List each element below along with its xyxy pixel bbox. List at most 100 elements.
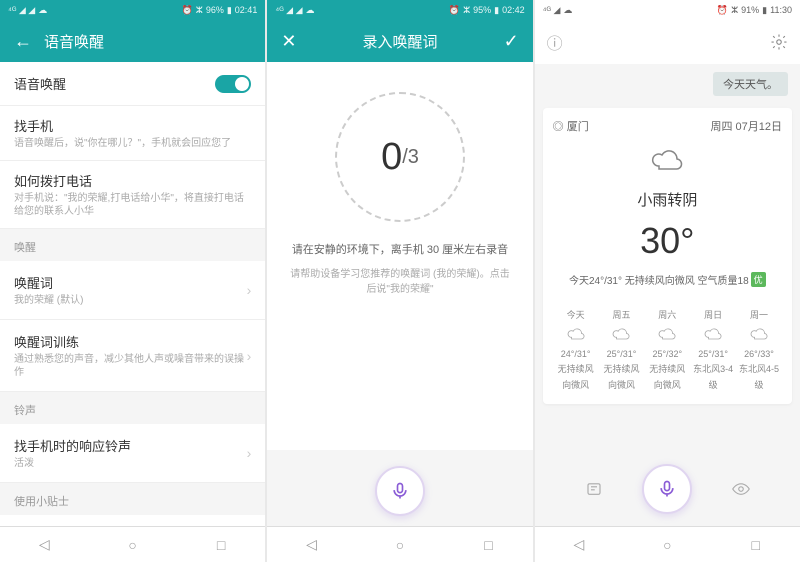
nav-bar: ◁ ○ □ <box>0 526 265 562</box>
row-wake-train[interactable]: 唤醒词训练通过熟悉您的声音，减少其他人声或噪音带来的误操作 › <box>0 320 265 392</box>
cloud-icon <box>703 327 723 341</box>
fc-wind2: 向微风 <box>599 378 645 391</box>
count-current: 0 <box>381 136 402 179</box>
battery-icon: ▮ <box>762 5 767 16</box>
mic-button[interactable] <box>375 466 425 516</box>
nav-back[interactable]: ◁ <box>303 536 321 554</box>
alarm-icon: ⏰ <box>182 5 193 16</box>
aqi-badge: 优 <box>751 272 766 287</box>
weather-temp: 30° <box>553 220 782 262</box>
time: 02:42 <box>502 5 525 15</box>
section-ring: 铃声 <box>0 392 265 424</box>
nav-back[interactable]: ◁ <box>570 536 588 554</box>
row-label: 如何拨打电话 <box>14 171 251 190</box>
bt-icon: ⵣ <box>196 5 203 16</box>
fc-wind: 无持续风 <box>599 362 645 375</box>
row-sub: 语音唤醒后，说"你在哪儿？"，手机就会回应您了 <box>14 137 251 150</box>
chevron-right-icon: › <box>247 348 252 364</box>
cloud-icon <box>657 327 677 341</box>
row-voice-wake[interactable]: 语音唤醒 <box>0 62 265 106</box>
fc-day: 今天 <box>553 308 599 321</box>
bt-icon: ⵣ <box>463 5 470 16</box>
battery-pct: 96% <box>206 5 224 15</box>
forecast-col: 周日 25°/31° 东北风3-4 级 <box>690 305 736 394</box>
cloud-icon <box>611 327 631 341</box>
row-label: 找手机时的响应铃声 <box>14 436 131 455</box>
chevron-right-icon: › <box>247 445 252 461</box>
row-label: 语音唤醒 <box>14 74 66 93</box>
weather-card[interactable]: ◎ 厦门 周四 07月12日 小雨转阴 30° 今天24°/31° 无持续风向微… <box>543 108 792 404</box>
fc-temp: 25°/31° <box>599 349 645 359</box>
record-area: 0 /3 请在安静的环境下，离手机 30 厘米左右录音 请帮助设备学习您推荐的唤… <box>267 62 532 450</box>
fc-wind: 东北风4-5 <box>736 362 782 375</box>
screen-weather: ⁴ᴳ ◢☁ ⏰ⵣ91%▮11:30 ⓘ 今天天气。 ◎ 厦门 周四 07月12日… <box>535 0 800 562</box>
cloud-icon: ☁ <box>306 5 315 16</box>
fc-wind2: 向微风 <box>553 378 599 391</box>
nav-bar: ◁ ○ □ <box>267 526 532 562</box>
fc-day: 周日 <box>690 308 736 321</box>
fc-wind2: 向微风 <box>644 378 690 391</box>
nav-recent[interactable]: □ <box>747 536 765 554</box>
fc-wind: 东北风3-4 <box>690 362 736 375</box>
status-bar: ⁴ᴳ ◢☁ ⏰ⵣ91%▮11:30 <box>535 0 800 20</box>
close-icon[interactable]: ✕ <box>281 31 296 52</box>
battery-icon: ▮ <box>494 5 499 16</box>
fc-day: 周五 <box>599 308 645 321</box>
check-icon[interactable]: ✓ <box>504 31 519 52</box>
fc-temp: 26°/33° <box>736 349 782 359</box>
nav-recent[interactable]: □ <box>212 536 230 554</box>
forecast-col: 今天 24°/31° 无持续风 向微风 <box>553 305 599 394</box>
row-tips-improve[interactable]: 如何提升语音唤醒的效果 › <box>0 515 265 526</box>
mic-icon <box>657 479 677 499</box>
gear-icon[interactable] <box>770 33 788 51</box>
section-tips: 使用小贴士 <box>0 483 265 515</box>
weather-main: 小雨转阴 30° 今天24°/31° 无持续风向微风 空气质量18 优 <box>553 142 782 287</box>
cloud-icon <box>749 327 769 341</box>
mic-icon <box>390 481 410 501</box>
battery-pct: 91% <box>741 5 759 15</box>
fc-temp: 25°/31° <box>690 349 736 359</box>
row-find-phone[interactable]: 找手机 语音唤醒后，说"你在哪儿？"，手机就会回应您了 <box>0 106 265 161</box>
settings-list: 语音唤醒 找手机 语音唤醒后，说"你在哪儿？"，手机就会回应您了 如何拨打电话 … <box>0 62 265 526</box>
count-total: /3 <box>402 146 419 169</box>
eye-icon[interactable] <box>732 480 750 498</box>
nav-recent[interactable]: □ <box>479 536 497 554</box>
forecast-col: 周六 25°/32° 无持续风 向微风 <box>644 305 690 394</box>
status-bar: ⁴ᴳ ◢ ◢☁ ⏰ⵣ95%▮02:42 <box>267 0 532 20</box>
hint-primary: 请在安静的环境下，离手机 30 厘米左右录音 <box>267 242 532 259</box>
card-icon[interactable] <box>585 480 603 498</box>
signal-icon: ⁴ᴳ ◢ ◢ <box>8 5 35 16</box>
row-call[interactable]: 如何拨打电话 对手机说："我的荣耀,打电话给小华"，将直接打电话给您的联系人小华 <box>0 161 265 229</box>
signal-icon: ⁴ᴳ ◢ <box>543 5 561 16</box>
toggle-on[interactable] <box>215 75 251 93</box>
back-icon[interactable]: ← <box>14 31 32 52</box>
date: 周四 07月12日 <box>710 118 782 134</box>
user-query-chip: 今天天气。 <box>713 72 788 96</box>
help-icon[interactable]: ⓘ <box>547 30 563 54</box>
fc-day: 周六 <box>644 308 690 321</box>
forecast-col: 周五 25°/31° 无持续风 向微风 <box>599 305 645 394</box>
section-wake: 唤醒 <box>0 229 265 261</box>
alarm-icon: ⏰ <box>717 5 728 16</box>
row-ringtone[interactable]: 找手机时的响应铃声活泼 › <box>0 424 265 483</box>
fc-wind: 无持续风 <box>553 362 599 375</box>
nav-home[interactable]: ○ <box>391 536 409 554</box>
header: ✕ 录入唤醒词 ✓ <box>267 20 532 62</box>
row-sub: 通过熟悉您的声音，减少其他人声或噪音带来的误操作 <box>14 353 247 379</box>
nav-home[interactable]: ○ <box>658 536 676 554</box>
fc-wind: 无持续风 <box>644 362 690 375</box>
weather-detail: 今天24°/31° 无持续风向微风 空气质量18 优 <box>553 272 782 287</box>
cloud-icon <box>566 327 586 341</box>
page-title: 语音唤醒 <box>44 31 104 52</box>
assistant-header: ⓘ <box>535 20 800 64</box>
fc-wind2: 级 <box>690 378 736 391</box>
battery-pct: 95% <box>473 5 491 15</box>
header: ← 语音唤醒 <box>0 20 265 62</box>
row-wake-word[interactable]: 唤醒词我的荣耀 (默认) › <box>0 261 265 320</box>
screen-record-wake: ⁴ᴳ ◢ ◢☁ ⏰ⵣ95%▮02:42 ✕ 录入唤醒词 ✓ 0 /3 请在安静的… <box>267 0 532 562</box>
nav-back[interactable]: ◁ <box>35 536 53 554</box>
fc-temp: 24°/31° <box>553 349 599 359</box>
mic-button[interactable] <box>642 464 692 514</box>
hint-secondary: 请帮助设备学习您推荐的唤醒词 (我的荣耀)。点击后说"我的荣耀" <box>267 259 532 305</box>
nav-home[interactable]: ○ <box>124 536 142 554</box>
